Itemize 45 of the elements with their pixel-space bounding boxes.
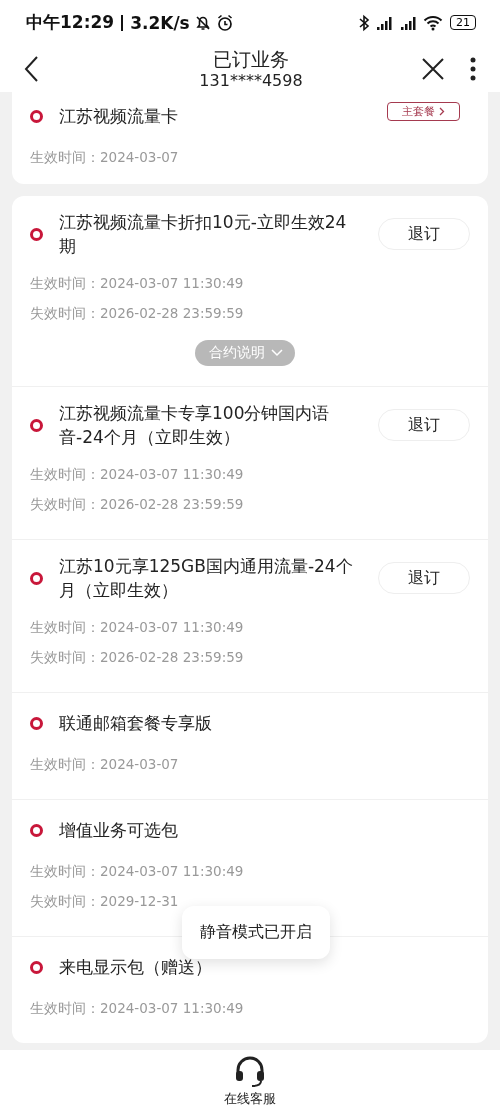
date-text: 失效时间：2026-02-28 23:59:59 xyxy=(30,304,244,323)
plan-name: 江苏视频流量卡 xyxy=(59,105,179,128)
wifi-icon xyxy=(423,14,443,31)
alarm-icon xyxy=(215,13,234,32)
signal-icon xyxy=(399,14,419,31)
online-support-button[interactable]: 在线客服 xyxy=(224,1053,276,1108)
unsubscribe-button[interactable]: 退订 xyxy=(378,218,470,250)
unsubscribe-button[interactable]: 退订 xyxy=(378,409,470,441)
date-text: 失效时间：2026-02-28 23:59:59 xyxy=(30,495,244,514)
status-ring-icon xyxy=(30,716,43,730)
service-name: 来电显示包（赠送） xyxy=(59,956,213,979)
close-button[interactable] xyxy=(420,55,446,82)
service-name: 联通邮箱套餐专享版 xyxy=(59,712,213,735)
main-plan-link[interactable]: 主套餐 xyxy=(387,102,460,121)
status-ring-icon xyxy=(30,418,43,432)
signal-icon xyxy=(375,14,395,31)
service-name: 增值业务可选包 xyxy=(59,819,179,842)
unsubscribe-button[interactable]: 退订 xyxy=(378,562,470,594)
service-name: 江苏视频流量卡专享100分钟国内语音-24个月（立即生效） xyxy=(59,402,331,449)
status-time: 中午12:29 xyxy=(26,11,115,34)
service-name: 江苏视频流量卡折扣10元-立即生效24期 xyxy=(59,211,348,258)
date-text: 生效时间：2024-03-07 11:30:49 xyxy=(30,862,244,881)
date-text: 失效时间：2029-12-31 xyxy=(30,892,179,911)
date-text: 生效时间：2024-03-07 11:30:49 xyxy=(30,465,244,484)
chevron-down-icon xyxy=(271,349,283,357)
date-text: 生效时间：2024-03-07 xyxy=(30,148,179,167)
status-ring-icon xyxy=(30,571,43,585)
network-speed: 3.2K/s xyxy=(130,12,190,33)
status-ring-icon xyxy=(30,960,43,974)
date-text: 生效时间：2024-03-07 11:30:49 xyxy=(30,618,244,637)
phone-number: 131****4598 xyxy=(198,70,304,91)
status-ring-icon xyxy=(30,227,43,241)
bluetooth-icon xyxy=(357,13,371,32)
status-ring-icon xyxy=(30,823,43,837)
battery-level: 21 xyxy=(450,15,476,30)
muted-bell-icon xyxy=(193,13,212,32)
chevron-right-icon xyxy=(439,107,445,116)
status-ring-icon xyxy=(30,109,43,123)
date-text: 生效时间：2024-03-07 xyxy=(30,755,179,774)
date-text: 失效时间：2026-02-28 23:59:59 xyxy=(30,648,244,667)
toast-message: 静音模式已开启 xyxy=(182,906,330,959)
page-title: 已订业务 xyxy=(212,46,290,71)
service-name: 江苏10元享125GB国内通用流量-24个月（立即生效） xyxy=(59,555,354,602)
date-text: 生效时间：2024-03-07 11:30:49 xyxy=(30,274,244,293)
date-text: 生效时间：2024-03-07 11:30:49 xyxy=(30,999,244,1018)
